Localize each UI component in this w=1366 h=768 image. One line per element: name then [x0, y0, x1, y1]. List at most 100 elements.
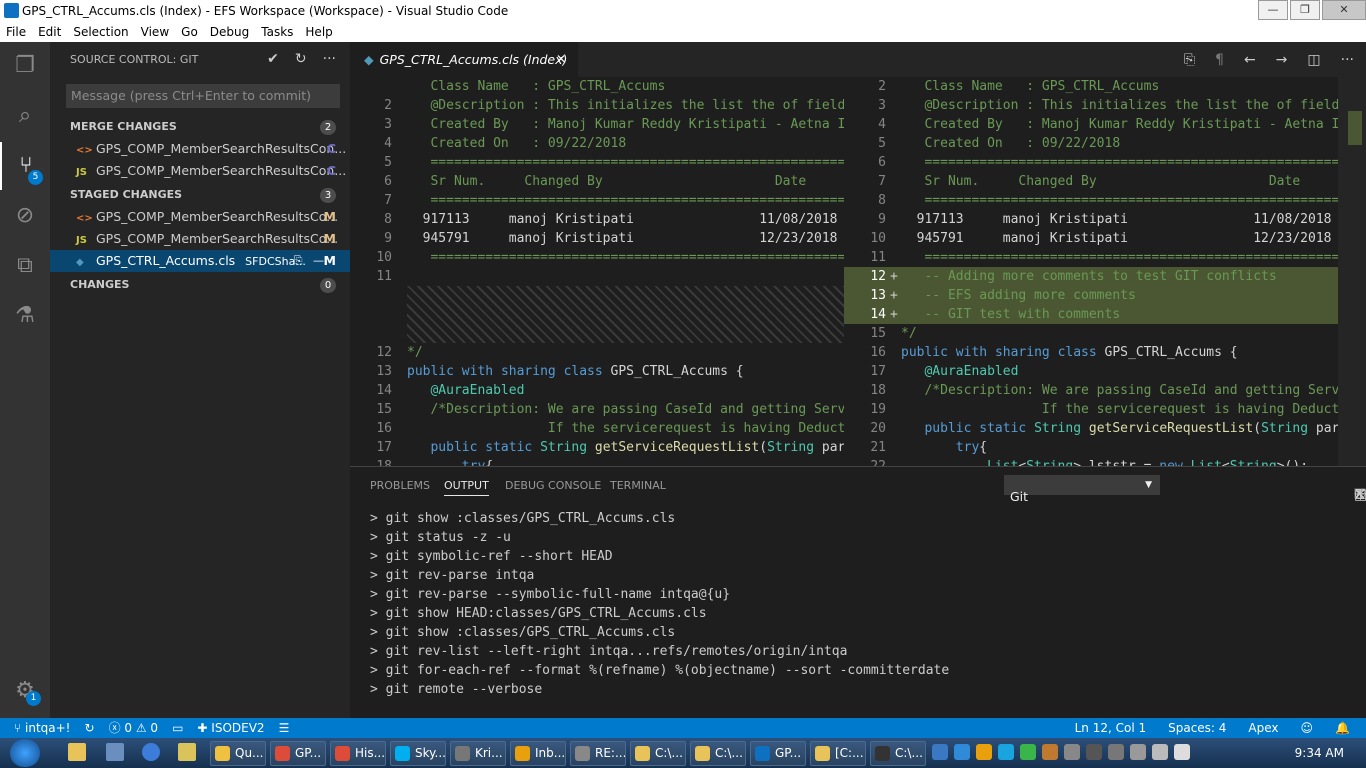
code-text: try{ — [407, 457, 493, 466]
tray-network-icon[interactable] — [954, 744, 970, 760]
merge-file-item[interactable]: <> GPS_COMP_MemberSearchResultsCon... C — [50, 138, 350, 160]
editor-scrollbar[interactable] — [1338, 77, 1366, 466]
menu-edit[interactable]: Edit — [32, 22, 67, 42]
staged-file-item[interactable]: JS GPS_COMP_MemberSearchResultsCo... M — [50, 228, 350, 250]
open-file-icon[interactable]: ⎘ — [1184, 52, 1195, 68]
debug-icon[interactable]: ⊘ — [0, 192, 50, 240]
open-file-icon[interactable]: ⎘ — [294, 254, 303, 267]
maximize-button[interactable]: ❐ — [1290, 0, 1320, 20]
code-line: 10 945791 manoj Kristipati 12/23/2018 — [844, 229, 1338, 248]
commit-message-input[interactable]: Message (press Ctrl+Enter to commit) — [66, 84, 340, 108]
language-mode[interactable]: Apex — [1248, 718, 1278, 738]
staged-file-item-selected[interactable]: ◆ GPS_CTRL_Accums.cls SFDCSha... ⎘ — M — [50, 250, 350, 272]
tray-globe-icon[interactable] — [932, 744, 948, 760]
tray-signal-icon[interactable] — [1152, 744, 1168, 760]
problems-indicator[interactable]: ⓧ 0 ⚠ 0 — [109, 718, 159, 738]
sync-icon[interactable]: ↻ — [85, 718, 95, 738]
minimize-button[interactable]: — — [1258, 0, 1288, 20]
tab-debug-console[interactable]: DEBUG CONSOLE — [505, 479, 601, 492]
changes-section[interactable]: CHANGES 0 — [50, 274, 350, 296]
taskbar-item[interactable]: [C:... — [810, 741, 866, 766]
commit-check-icon[interactable]: ✔ — [267, 42, 279, 77]
menu-help[interactable]: Help — [299, 22, 338, 42]
terminal-icon[interactable]: ▭ — [172, 718, 183, 738]
whitespace-icon[interactable]: ¶ — [1215, 52, 1224, 68]
code-line: 17 @AuraEnabled — [844, 362, 1338, 381]
output-log[interactable]: > git show :classes/GPS_CTRL_Accums.cls >… — [370, 509, 949, 699]
split-editor-icon[interactable]: ◫ — [1307, 52, 1320, 68]
indentation[interactable]: Spaces: 4 — [1168, 718, 1226, 738]
taskbar-item[interactable]: Sky... — [390, 741, 446, 766]
taskbar-item[interactable]: RE:... — [570, 741, 626, 766]
staged-changes-section[interactable]: STAGED CHANGES 3 — [50, 184, 350, 206]
extensions-icon[interactable]: ⧉ — [0, 242, 50, 290]
search-icon[interactable]: ⌕ — [0, 92, 50, 140]
gear-icon[interactable]: ⚙ 1 — [0, 667, 50, 715]
tray-volume-icon[interactable] — [1174, 744, 1190, 760]
output-channel-select[interactable]: Git ▼ — [1004, 475, 1160, 504]
line-number: 17 — [376, 440, 392, 455]
remote-desktop-icon[interactable] — [106, 743, 124, 761]
more-actions-icon[interactable]: ··· — [323, 42, 336, 77]
menu-go[interactable]: Go — [175, 22, 204, 42]
tab-output[interactable]: OUTPUT — [444, 479, 489, 496]
unstage-icon[interactable]: — — [313, 254, 324, 267]
source-control-icon[interactable]: ⑂ 5 — [0, 142, 50, 190]
tray-power-icon[interactable] — [1108, 744, 1124, 760]
code-line: Class Name : GPS_CTRL_Accums — [350, 77, 844, 96]
code-line: 16 If the servicerequest is having Deduc… — [350, 419, 844, 438]
taskbar-item[interactable]: C:\... — [630, 741, 686, 766]
tab-terminal[interactable]: TERMINAL — [610, 479, 666, 492]
refresh-icon[interactable]: ↻ — [295, 42, 307, 77]
tray-skype-icon[interactable] — [998, 744, 1014, 760]
taskbar-item[interactable]: Kri... — [450, 741, 506, 766]
merge-changes-section[interactable]: MERGE CHANGES 2 — [50, 116, 350, 138]
taskbar-item[interactable]: C:\... — [690, 741, 746, 766]
tray-outlook-icon[interactable] — [976, 744, 992, 760]
staged-file-item[interactable]: <> GPS_COMP_MemberSearchResultsCo... M — [50, 206, 350, 228]
more-actions-icon[interactable]: ··· — [1341, 52, 1354, 68]
close-tab-icon[interactable]: ✕ — [556, 42, 566, 77]
editor-tab[interactable]: ◆ GPS_CTRL_Accums.cls (Index) ✕ — [350, 42, 578, 77]
taskbar-clock[interactable]: 9:34 AM — [1295, 738, 1344, 768]
info-icon[interactable] — [142, 743, 160, 761]
taskbar-item[interactable]: Qu... — [210, 741, 266, 766]
branch-name: intqa+! — [25, 721, 71, 735]
notifications-bell-icon[interactable]: 🔔 — [1335, 718, 1350, 738]
taskbar-item[interactable]: C:\... — [870, 741, 926, 766]
taskbar-item[interactable]: His... — [330, 741, 386, 766]
output-line: > git remote --verbose — [370, 682, 543, 697]
org-indicator[interactable]: ✚ ISODEV2 — [197, 718, 264, 738]
tray-flag-icon[interactable] — [1130, 744, 1146, 760]
close-panel-icon[interactable]: ✕ — [1354, 487, 1366, 503]
diff-left-pane[interactable]: Class Name : GPS_CTRL_Accums 2 @Descripti… — [350, 77, 844, 466]
windows-start-icon[interactable] — [10, 739, 40, 767]
tab-problems[interactable]: PROBLEMS — [370, 479, 430, 492]
tray-sync-icon[interactable] — [1020, 744, 1036, 760]
tray-app-icon[interactable] — [1086, 744, 1102, 760]
file-explorer-icon[interactable] — [68, 743, 86, 761]
feedback-smiley-icon[interactable]: ☺ — [1301, 718, 1314, 738]
previous-change-icon[interactable]: ← — [1244, 52, 1256, 68]
line-number: 16 — [870, 345, 886, 360]
diff-right-pane[interactable]: 2 Class Name : GPS_CTRL_Accums 3 @Descrip… — [844, 77, 1338, 466]
branch-indicator[interactable]: ⑂ intqa+! — [14, 718, 71, 738]
tray-usb-icon[interactable] — [1064, 744, 1080, 760]
app-icon[interactable] — [178, 743, 196, 761]
close-button[interactable]: ✕ — [1322, 0, 1366, 20]
menu-selection[interactable]: Selection — [67, 22, 134, 42]
explorer-icon[interactable]: ❐ — [0, 42, 50, 90]
taskbar-item[interactable]: GP... — [750, 741, 806, 766]
tasks-list-icon[interactable]: ☰ — [279, 718, 290, 738]
menu-tasks[interactable]: Tasks — [255, 22, 299, 42]
menu-debug[interactable]: Debug — [204, 22, 255, 42]
taskbar-item[interactable]: Inb... — [510, 741, 566, 766]
next-change-icon[interactable]: → — [1276, 52, 1288, 68]
menu-file[interactable]: File — [0, 22, 32, 42]
merge-file-item[interactable]: JS GPS_COMP_MemberSearchResultsCon... C — [50, 160, 350, 182]
menu-view[interactable]: View — [135, 22, 175, 42]
taskbar-item[interactable]: GP... — [270, 741, 326, 766]
tray-app-icon[interactable] — [1042, 744, 1058, 760]
test-flask-icon[interactable]: ⚗ — [0, 292, 50, 340]
cursor-position[interactable]: Ln 12, Col 1 — [1075, 718, 1147, 738]
